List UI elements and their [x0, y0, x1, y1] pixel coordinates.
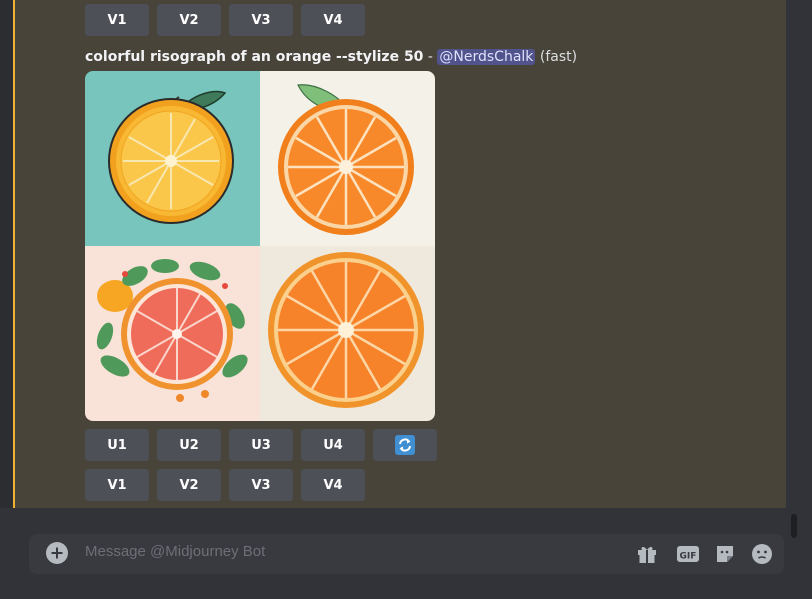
- svg-text:GIF: GIF: [680, 552, 697, 562]
- message-prompt-line: colorful risograph of an orange --styliz…: [85, 49, 577, 65]
- v4-button[interactable]: V4: [301, 469, 365, 501]
- refresh-icon: [395, 435, 415, 455]
- v3-button-top[interactable]: V3: [229, 4, 293, 36]
- v1-button-top[interactable]: V1: [85, 4, 149, 36]
- plus-icon[interactable]: [46, 542, 68, 564]
- image-grid[interactable]: [85, 71, 435, 421]
- message-input-placeholder[interactable]: Message @Midjourney Bot: [85, 543, 265, 560]
- scrollbar-thumb[interactable]: [791, 514, 797, 538]
- gif-icon[interactable]: GIF: [676, 543, 700, 565]
- mode-label: (fast): [539, 49, 578, 65]
- channel-sidebar-edge: [0, 0, 13, 508]
- prompt-text: colorful risograph of an orange --styliz…: [85, 49, 424, 65]
- v2-button-top[interactable]: V2: [157, 4, 221, 36]
- u3-button[interactable]: U3: [229, 429, 293, 461]
- scrollbar-track[interactable]: [786, 0, 812, 508]
- v1-button[interactable]: V1: [85, 469, 149, 501]
- u2-button[interactable]: U2: [157, 429, 221, 461]
- reroll-button[interactable]: [373, 429, 437, 461]
- prompt-separator: -: [423, 49, 438, 65]
- u1-button[interactable]: U1: [85, 429, 149, 461]
- orange-variation-3: [85, 246, 260, 421]
- orange-variation-4: [260, 246, 435, 421]
- u4-button[interactable]: U4: [301, 429, 365, 461]
- orange-variation-2: [260, 71, 435, 246]
- v3-button[interactable]: V3: [229, 469, 293, 501]
- emoji-icon[interactable]: [751, 543, 773, 565]
- v4-button-top[interactable]: V4: [301, 4, 365, 36]
- gift-icon[interactable]: [636, 543, 658, 565]
- sticker-icon[interactable]: [714, 543, 736, 565]
- v2-button[interactable]: V2: [157, 469, 221, 501]
- user-mention[interactable]: @NerdsChalk: [437, 49, 536, 65]
- orange-variation-1: [85, 71, 260, 246]
